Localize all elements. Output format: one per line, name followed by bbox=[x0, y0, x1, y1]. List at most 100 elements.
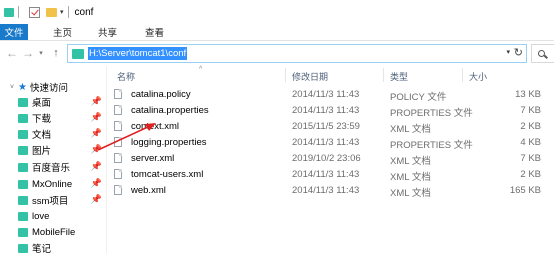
sidebar-item-label: 文档 bbox=[32, 130, 52, 141]
file-icon bbox=[114, 185, 122, 195]
file-date: 2014/11/3 11:43 bbox=[292, 105, 360, 116]
quick-access[interactable]: ˅ ★ 快速访问 bbox=[10, 80, 68, 95]
folder-icon bbox=[18, 243, 28, 253]
sidebar-item-label: 图片 bbox=[32, 146, 52, 157]
sidebar-item-label: 笔记 bbox=[32, 244, 52, 253]
sidebar-item-label: 下载 bbox=[32, 114, 52, 125]
file-name: web.xml bbox=[131, 185, 166, 196]
forward-arrow-icon[interactable]: → bbox=[20, 46, 36, 60]
sidebar-item-label: 桌面 bbox=[32, 98, 52, 109]
file-icon bbox=[114, 137, 122, 147]
column-header-name[interactable]: 名称 bbox=[117, 70, 135, 83]
quick-access-toolbar-dropdown-icon[interactable]: ▾ bbox=[60, 8, 64, 16]
file-size: 2 KB bbox=[520, 169, 541, 180]
pin-icon[interactable]: 📌 bbox=[91, 96, 102, 107]
search-box[interactable] bbox=[531, 44, 554, 63]
recent-locations-chevron-icon[interactable]: ▾ bbox=[36, 49, 46, 57]
file-date: 2014/11/3 11:43 bbox=[292, 185, 360, 196]
ribbon-tabs: 文件 主页 共享 查看 bbox=[0, 24, 554, 41]
file-icon bbox=[114, 121, 122, 131]
file-row[interactable]: tomcat-users.xml 2014/11/3 11:43 XML 文档 … bbox=[107, 166, 554, 183]
sidebar-item-label: MobileFile bbox=[32, 226, 76, 238]
sidebar-item[interactable]: MobileFile bbox=[18, 224, 104, 240]
pin-icon[interactable]: 📌 bbox=[91, 144, 102, 155]
file-row[interactable]: web.xml 2014/11/3 11:43 XML 文档 165 KB bbox=[107, 182, 554, 199]
address-dropdown-icon[interactable]: ▾ bbox=[506, 48, 510, 56]
sidebar-item[interactable]: 下载 📌 bbox=[18, 110, 104, 126]
back-arrow-icon[interactable]: ← bbox=[4, 46, 20, 60]
sidebar-item[interactable]: 文档 📌 bbox=[18, 126, 104, 142]
pin-icon[interactable]: 📌 bbox=[91, 161, 102, 172]
sidebar-item[interactable]: 桌面 📌 bbox=[18, 94, 104, 110]
folder-icon bbox=[18, 97, 28, 107]
sidebar-item-label: ssm项目 bbox=[32, 196, 69, 207]
file-name: tomcat-users.xml bbox=[131, 169, 204, 180]
folder-icon bbox=[18, 113, 28, 123]
folder-icon bbox=[18, 162, 28, 172]
file-row[interactable]: logging.properties 2014/11/3 11:43 PROPE… bbox=[107, 134, 554, 151]
sidebar-item-label: 百度音乐 bbox=[32, 163, 71, 174]
file-row[interactable]: catalina.policy 2014/11/3 11:43 POLICY 文… bbox=[107, 86, 554, 103]
pin-icon[interactable]: 📌 bbox=[91, 178, 102, 189]
file-row[interactable]: catalina.properties 2014/11/3 11:43 PROP… bbox=[107, 102, 554, 119]
file-name: catalina.properties bbox=[131, 105, 209, 116]
file-name: server.xml bbox=[131, 153, 175, 164]
address-bar[interactable]: H:\Server\tomcat1\conf ▾ ↻ bbox=[67, 44, 527, 63]
pin-icon[interactable]: 📌 bbox=[91, 112, 102, 123]
file-type: POLICY 文件 bbox=[390, 92, 447, 103]
file-type: XML 文档 bbox=[390, 172, 431, 183]
sidebar-item-label: MxOnline bbox=[32, 178, 73, 190]
folder-icon bbox=[72, 48, 84, 59]
file-type: XML 文档 bbox=[390, 188, 431, 199]
tab-file[interactable]: 文件 bbox=[0, 24, 28, 40]
quick-access-label: 快速访问 bbox=[29, 83, 68, 94]
file-size: 13 KB bbox=[515, 89, 541, 100]
file-icon bbox=[114, 153, 122, 163]
folder-icon bbox=[18, 227, 28, 237]
column-header-size[interactable]: 大小 bbox=[469, 70, 487, 83]
sidebar-item[interactable]: ssm项目 📌 bbox=[18, 192, 104, 208]
tab-view[interactable]: 查看 bbox=[135, 24, 174, 40]
file-date: 2014/11/3 11:43 bbox=[292, 169, 360, 180]
folder-icon bbox=[18, 195, 28, 205]
folder-icon bbox=[18, 145, 28, 155]
column-header-row: ^ 名称 修改日期 类型 大小 bbox=[107, 66, 554, 84]
folder-icon bbox=[18, 179, 28, 189]
up-arrow-icon[interactable]: ↑ bbox=[48, 47, 64, 59]
divider bbox=[67, 6, 69, 18]
navigation-bar: ← → ▾ ↑ H:\Server\tomcat1\conf ▾ ↻ bbox=[0, 41, 554, 65]
sidebar-item[interactable]: 百度音乐 📌 bbox=[18, 159, 104, 175]
column-divider[interactable] bbox=[383, 68, 384, 82]
file-row[interactable]: context.xml 2015/11/5 23:59 XML 文档 2 KB bbox=[107, 118, 554, 135]
new-folder-icon[interactable] bbox=[46, 7, 57, 17]
file-type: PROPERTIES 文件 bbox=[390, 140, 473, 151]
chevron-down-icon[interactable]: ˅ bbox=[10, 84, 18, 91]
sidebar-item[interactable]: 笔记 bbox=[18, 240, 104, 253]
tab-home[interactable]: 主页 bbox=[43, 24, 82, 40]
file-size: 7 KB bbox=[520, 153, 541, 164]
file-size: 2 KB bbox=[520, 121, 541, 132]
properties-checkbox-icon[interactable] bbox=[29, 6, 40, 18]
tab-share[interactable]: 共享 bbox=[88, 24, 127, 40]
sidebar-item[interactable]: love bbox=[18, 208, 104, 224]
column-divider[interactable] bbox=[462, 68, 463, 82]
sidebar-item[interactable]: MxOnline 📌 bbox=[18, 176, 104, 192]
address-path[interactable]: H:\Server\tomcat1\conf bbox=[88, 47, 188, 60]
pin-icon[interactable]: 📌 bbox=[91, 128, 102, 139]
file-size: 7 KB bbox=[520, 105, 541, 116]
file-icon bbox=[114, 89, 122, 99]
column-header-type[interactable]: 类型 bbox=[390, 70, 408, 83]
sidebar-item[interactable]: 图片 📌 bbox=[18, 142, 104, 158]
file-date: 2014/11/3 11:43 bbox=[292, 89, 360, 100]
file-row[interactable]: server.xml 2019/10/2 23:06 XML 文档 7 KB bbox=[107, 150, 554, 167]
refresh-icon[interactable]: ↻ bbox=[514, 46, 523, 59]
file-name: context.xml bbox=[131, 121, 180, 132]
title-bar: ▾ conf bbox=[0, 0, 554, 24]
folder-icon bbox=[4, 7, 14, 17]
file-name: catalina.policy bbox=[131, 89, 191, 100]
search-icon bbox=[538, 50, 545, 57]
column-divider[interactable] bbox=[285, 68, 286, 82]
navigation-pane: ˅ ★ 快速访问 桌面 📌 下载 📌 文档 📌 图片 📌 百度音乐 📌 MxOn… bbox=[0, 66, 107, 253]
pin-icon[interactable]: 📌 bbox=[91, 194, 102, 205]
column-header-date[interactable]: 修改日期 bbox=[292, 70, 328, 83]
